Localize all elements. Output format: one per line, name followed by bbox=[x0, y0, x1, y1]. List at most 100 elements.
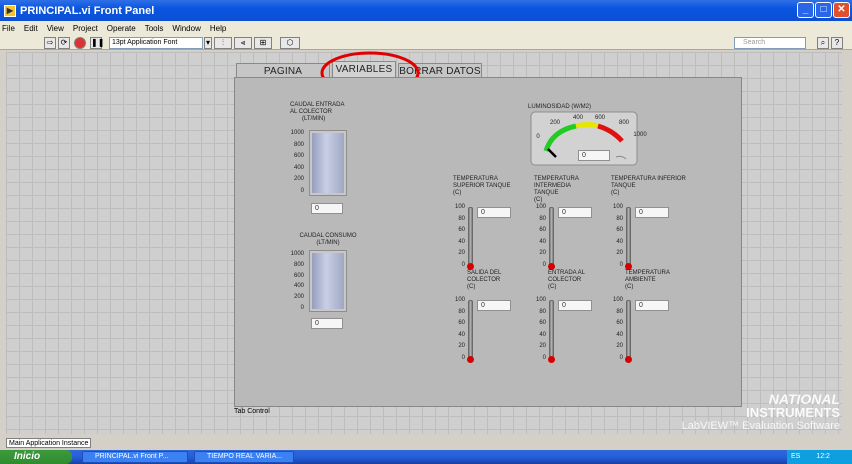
thermometer-3-tick-3: 40 bbox=[458, 331, 465, 338]
caudal-entrada-tick-4: 200 bbox=[293, 176, 304, 183]
caudal-consumo-tick-3: 400 bbox=[293, 283, 304, 290]
luminosidad-tick-4: 800 bbox=[618, 120, 629, 126]
abort-icon[interactable] bbox=[74, 37, 86, 49]
vertical-scrollbar[interactable] bbox=[842, 52, 852, 434]
thermometer-1-value[interactable]: 0 bbox=[558, 207, 592, 218]
align-objects-icon[interactable]: ⫶ bbox=[214, 37, 232, 49]
thermometer-1-tick-0: 100 bbox=[535, 204, 546, 210]
thermometer-5-tick-5: 0 bbox=[619, 354, 623, 361]
thermometer-0-bulb bbox=[467, 263, 474, 270]
luminosidad-value[interactable]: 0 bbox=[578, 150, 610, 161]
thermometer-3-value[interactable]: 0 bbox=[477, 300, 511, 311]
thermometer-4-value[interactable]: 0 bbox=[558, 300, 592, 311]
caudal-entrada-value[interactable]: 0 bbox=[311, 203, 343, 214]
caudal-consumo-tick-4: 200 bbox=[293, 294, 304, 301]
thermometer-label-0-l2: SUPERIOR TANQUE bbox=[453, 183, 511, 189]
caudal-consumo-value[interactable]: 0 bbox=[311, 318, 343, 329]
pause-icon[interactable]: ❚❚ bbox=[90, 37, 104, 49]
thermometer-0-tick-0: 100 bbox=[454, 204, 465, 210]
title-bar: ▶ PRINCIPAL.vi Front Panel _ □ ✕ bbox=[0, 0, 852, 21]
menu-project[interactable]: Project bbox=[73, 24, 98, 33]
luminosidad-tick-1: 200 bbox=[549, 120, 560, 126]
minimize-icon[interactable]: _ bbox=[797, 2, 814, 18]
caudal-entrada-tick-2: 600 bbox=[293, 153, 304, 160]
thermometer-label-5-l1: TEMPERATURA bbox=[625, 270, 670, 276]
labview-vi-icon: ▶ bbox=[4, 4, 16, 17]
menu-help[interactable]: Help bbox=[210, 24, 226, 33]
thermometer-3-bulb bbox=[467, 356, 474, 363]
taskbar-item-tiempo-real[interactable]: TIEMPO REAL VARIA... bbox=[194, 451, 294, 463]
thermometer-label-5-l2: AMBIENTE bbox=[625, 277, 656, 283]
system-tray: ES 12:2 bbox=[787, 450, 852, 464]
resize-objects-icon[interactable]: ⊞ bbox=[254, 37, 272, 49]
thermometer-label-0-l3: (C) bbox=[453, 190, 462, 196]
thermometer-4-tube bbox=[549, 300, 554, 358]
thermometer-2-tick-5: 0 bbox=[619, 261, 623, 268]
thermometer-label-0: TEMPERATURA SUPERIOR TANQUE (C) bbox=[453, 176, 533, 197]
luminosidad-tick-2: 400 bbox=[572, 115, 583, 121]
thermometer-0-value[interactable]: 0 bbox=[477, 207, 511, 218]
thermometer-0-tick-2: 60 bbox=[458, 227, 465, 233]
start-button[interactable]: Inicio bbox=[0, 450, 72, 464]
menu-window[interactable]: Window bbox=[172, 24, 200, 33]
thermometer-label-1-l1: TEMPERATURA INTERMEDIA bbox=[534, 176, 579, 189]
menu-operate[interactable]: Operate bbox=[107, 24, 136, 33]
search-input[interactable]: Search bbox=[734, 37, 806, 49]
thermometer-label-1-l3: (C) bbox=[534, 197, 543, 203]
run-continuous-icon[interactable]: ⟳ bbox=[58, 37, 70, 49]
taskbar-item-principal[interactable]: PRINCIPAL.vi Front P... bbox=[82, 451, 188, 463]
thermometer-4-tick-1: 80 bbox=[539, 308, 546, 315]
thermometer-2-tick-1: 80 bbox=[616, 215, 623, 222]
menu-tools[interactable]: Tools bbox=[145, 24, 164, 33]
thermometer-label-5: TEMPERATURA AMBIENTE (C) bbox=[611, 270, 691, 291]
menu-view[interactable]: View bbox=[47, 24, 64, 33]
caudal-consumo-label-line2: (LT/MIN) bbox=[316, 240, 340, 246]
menu-edit[interactable]: Edit bbox=[24, 24, 38, 33]
caudal-entrada-tick-5: 0 bbox=[300, 188, 304, 194]
font-select[interactable]: 13pt Application Font bbox=[109, 37, 203, 49]
run-arrow-icon[interactable]: ⇨ bbox=[44, 37, 56, 49]
thermometer-label-2-l3: (C) bbox=[611, 190, 620, 196]
luminosidad-tick-0: 0 bbox=[536, 134, 540, 140]
caudal-entrada-label-line2: AL COLECTOR bbox=[290, 109, 333, 115]
maximize-icon[interactable]: □ bbox=[815, 2, 832, 18]
caudal-entrada-label-line3: (LT/MIN) bbox=[302, 116, 326, 122]
thermometer-2-tick-2: 60 bbox=[616, 227, 623, 233]
thermometer-1-tick-2: 60 bbox=[539, 227, 546, 233]
labview-window: ▶ PRINCIPAL.vi Front Panel _ □ ✕ File Ed… bbox=[0, 0, 852, 464]
thermometer-3-tick-5: 0 bbox=[461, 354, 465, 361]
thermometer-2-bulb bbox=[625, 263, 632, 270]
application-instance[interactable]: Main Application Instance bbox=[6, 438, 92, 448]
thermometer-1-tick-1: 80 bbox=[539, 215, 546, 222]
thermometer-5-tick-0: 100 bbox=[612, 297, 623, 303]
thermometer-4-tick-2: 60 bbox=[539, 320, 546, 326]
thermometer-5-tick-1: 80 bbox=[616, 308, 623, 315]
caudal-consumo-tick-0: 1000 bbox=[290, 251, 304, 257]
chevron-down-icon[interactable]: ▾ bbox=[204, 37, 212, 49]
thermometer-1-tick-5: 0 bbox=[542, 261, 546, 268]
language-indicator[interactable]: ES bbox=[791, 453, 800, 460]
reorder-icon[interactable]: ⬡ bbox=[280, 37, 300, 49]
thermometer-2-value[interactable]: 0 bbox=[635, 207, 669, 218]
thermometer-label-2-l2: TANQUE bbox=[611, 183, 636, 189]
luminosidad-tick-5: 1000 bbox=[633, 132, 647, 138]
caudal-consumo-tick-2: 600 bbox=[293, 272, 304, 279]
toolbar: ⇨ ⟳ ❚❚ 13pt Application Font ▾ ⫶ ⫷ ⊞ ⬡ S… bbox=[0, 36, 852, 50]
thermometer-label-2: TEMPERATURA INFERIOR TANQUE (C) bbox=[611, 176, 691, 197]
search-icon[interactable]: ⌕ bbox=[817, 37, 829, 49]
thermometer-4-tick-3: 40 bbox=[539, 331, 546, 338]
help-icon[interactable]: ? bbox=[831, 37, 843, 49]
thermometer-1-tick-3: 40 bbox=[539, 238, 546, 245]
luminosidad-tick-3: 600 bbox=[594, 115, 605, 121]
close-icon[interactable]: ✕ bbox=[833, 2, 850, 18]
thermometer-5-value[interactable]: 0 bbox=[635, 300, 669, 311]
menu-file[interactable]: File bbox=[2, 24, 15, 33]
gauge-yellow-band bbox=[575, 122, 599, 129]
thermometer-0-tick-4: 20 bbox=[458, 250, 465, 256]
thermometer-5-tick-2: 60 bbox=[616, 320, 623, 326]
thermometer-4-tick-5: 0 bbox=[542, 354, 546, 361]
thermometer-label-5-l3: (C) bbox=[625, 284, 634, 290]
thermometer-label-4: ENTRADA AL COLECTOR (C) bbox=[534, 270, 614, 291]
distribute-objects-icon[interactable]: ⫷ bbox=[234, 37, 252, 49]
thermometer-0-tick-1: 80 bbox=[458, 215, 465, 222]
